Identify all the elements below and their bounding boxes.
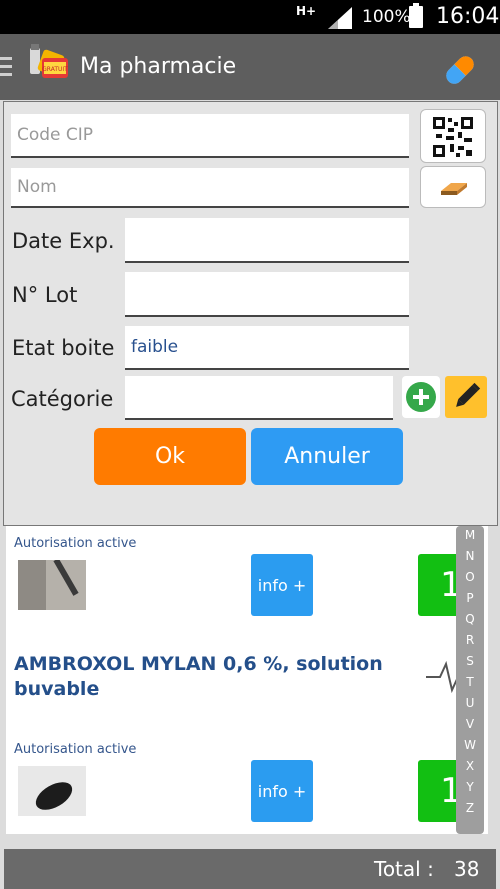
product-photo <box>18 766 86 816</box>
info-button[interactable]: info + <box>251 554 313 616</box>
index-letter[interactable]: V <box>456 717 484 731</box>
cancel-button[interactable]: Annuler <box>251 428 403 485</box>
lot-field[interactable] <box>125 272 409 317</box>
product-name: AMBROXOL MYLAN 0,6 %, solution buvable <box>14 653 383 700</box>
authorization-status: Autorisation active <box>14 536 137 551</box>
index-letter[interactable]: T <box>456 675 484 689</box>
battery-icon <box>409 3 423 28</box>
total-label: Total : <box>374 857 434 881</box>
info-button[interactable]: info + <box>251 760 313 822</box>
index-letter[interactable]: N <box>456 549 484 563</box>
index-letter[interactable]: U <box>456 696 484 710</box>
battery-percent: 100% <box>362 7 411 27</box>
add-category-button[interactable] <box>402 376 440 418</box>
alphabet-index[interactable]: MNOPQRSTUVWXYZ <box>456 526 484 834</box>
date-exp-label: Date Exp. <box>12 229 115 253</box>
page-title: Ma pharmacie <box>80 54 237 79</box>
app-logo-icon[interactable]: GRATUIT <box>26 42 76 92</box>
total-bar: Total : 38 <box>4 849 496 889</box>
qr-code-icon <box>432 116 474 158</box>
plus-icon <box>406 382 436 412</box>
signal-icon <box>328 7 352 29</box>
code-cip-field[interactable]: Code CIP <box>11 114 409 158</box>
clear-button[interactable] <box>420 166 486 208</box>
index-letter[interactable]: Y <box>456 780 484 794</box>
etat-label: Etat boite <box>12 336 115 360</box>
status-bar: H+ 100% 16:04 <box>0 0 500 34</box>
eraser-icon <box>441 183 467 195</box>
lot-label: N° Lot <box>12 283 78 307</box>
footer: Total : 38 <box>0 845 500 889</box>
logo-badge: GRATUIT <box>42 66 68 73</box>
product-photo <box>18 560 86 610</box>
index-letter[interactable]: Q <box>456 612 484 626</box>
index-letter[interactable]: X <box>456 759 484 773</box>
index-letter[interactable]: P <box>456 591 484 605</box>
etat-field[interactable]: faible <box>125 326 409 370</box>
pill-icon[interactable] <box>440 50 480 90</box>
index-letter[interactable]: W <box>456 738 484 752</box>
add-medication-dialog: Code CIP Nom Date Exp. N° Lot Etat boite… <box>3 101 498 526</box>
categorie-label: Catégorie <box>11 387 114 411</box>
date-exp-field[interactable] <box>125 218 409 263</box>
total-value: 38 <box>454 857 480 881</box>
menu-icon[interactable] <box>0 57 12 77</box>
index-letter[interactable]: M <box>456 528 484 542</box>
authorization-status: Autorisation active <box>14 742 137 757</box>
barcode-scan-button[interactable] <box>420 109 486 163</box>
network-indicator: H+ <box>296 4 317 18</box>
index-letter[interactable]: Z <box>456 801 484 815</box>
categorie-field[interactable] <box>125 376 393 420</box>
index-letter[interactable]: R <box>456 633 484 647</box>
ok-button[interactable]: Ok <box>94 428 246 485</box>
index-letter[interactable]: S <box>456 654 484 668</box>
pencil-icon <box>456 382 481 407</box>
index-letter[interactable]: O <box>456 570 484 584</box>
edit-category-button[interactable] <box>445 376 487 418</box>
list-item[interactable]: AMBROXOL MYLAN 0,6 %, solution buvable A… <box>6 636 488 834</box>
action-bar: GRATUIT Ma pharmacie <box>0 34 500 100</box>
clock: 16:04 <box>436 4 500 29</box>
name-field[interactable]: Nom <box>11 168 409 208</box>
